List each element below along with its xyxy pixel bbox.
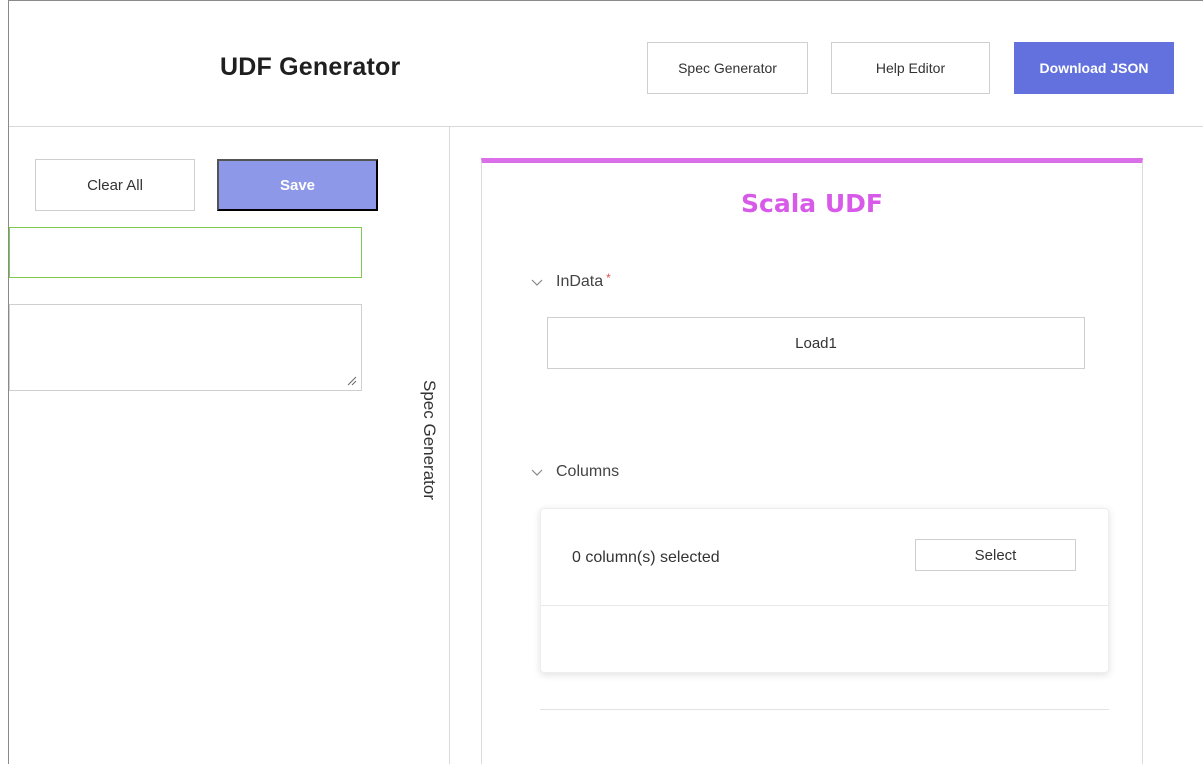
page-title: UDF Generator	[220, 53, 401, 81]
clear-all-button[interactable]: Clear All	[35, 159, 195, 211]
help-editor-button[interactable]: Help Editor	[831, 42, 990, 94]
indata-select[interactable]: Load1	[547, 317, 1085, 369]
select-columns-button[interactable]: Select	[915, 539, 1076, 571]
columns-selected-count: 0 column(s) selected	[572, 549, 720, 566]
chevron-down-icon	[531, 469, 543, 476]
spec-generator-panel: Clear All Save Spec Generator	[9, 127, 450, 764]
indata-section-header[interactable]: InData *	[530, 271, 611, 291]
columns-section-header[interactable]: Columns	[530, 463, 619, 481]
description-textarea[interactable]	[9, 304, 362, 391]
columns-panel: 0 column(s) selected Select	[540, 508, 1109, 673]
resize-handle-icon[interactable]	[347, 376, 357, 386]
top-header: UDF Generator Spec Generator Help Editor…	[9, 1, 1203, 127]
download-json-button[interactable]: Download JSON	[1014, 42, 1174, 94]
spec-generator-vertical-tab[interactable]: Spec Generator	[419, 380, 439, 500]
save-button[interactable]: Save	[217, 159, 378, 211]
chevron-down-icon	[531, 279, 543, 286]
name-input[interactable]	[9, 227, 362, 278]
scala-udf-card: Scala UDF InData * Load1 Columns 0 colum…	[481, 158, 1143, 764]
columns-panel-header: 0 column(s) selected Select	[541, 509, 1108, 606]
required-marker: *	[606, 271, 611, 285]
card-title: Scala UDF	[741, 189, 883, 218]
app-window: UDF Generator Spec Generator Help Editor…	[0, 0, 1203, 764]
indata-label: InData	[556, 273, 604, 290]
columns-label: Columns	[556, 463, 620, 480]
spec-generator-button[interactable]: Spec Generator	[647, 42, 808, 94]
section-divider	[540, 709, 1109, 710]
